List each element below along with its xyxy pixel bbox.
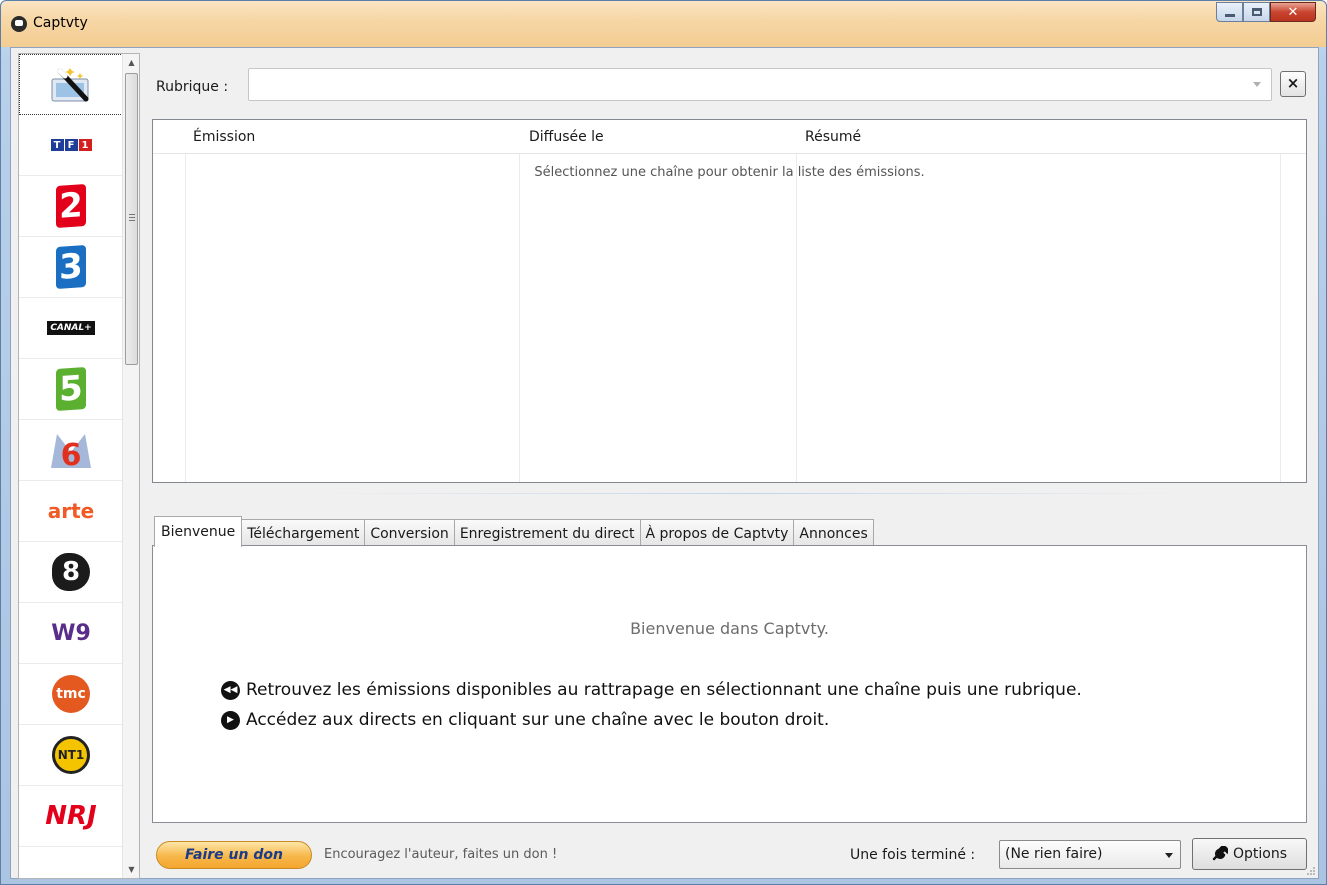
tab-conversion[interactable]: Conversion [364,519,455,547]
channel-item-tf1[interactable]: TF1 [19,115,123,176]
scroll-thumb[interactable] [125,73,138,365]
channel-item-c8[interactable]: 8 [19,542,123,603]
window-title: Captvty [33,15,88,31]
tip-live-text: Accédez aux directs en cliquant sur une … [246,710,830,730]
rubrique-combobox[interactable] [248,68,1272,101]
tab-strip: Bienvenue Téléchargement Conversion Enre… [154,516,874,547]
svg-text:6: 6 [61,438,82,470]
canalplus-logo: CANAL+ [47,321,95,335]
app-icon [11,16,27,32]
m6-logo: 6 [51,434,91,470]
maximize-button[interactable] [1243,2,1270,22]
rubrique-label: Rubrique : [156,79,229,95]
caption-buttons: ✕ [1216,2,1316,22]
minimize-button[interactable] [1216,2,1243,22]
donate-message: Encouragez l'auteur, faites un don ! [324,847,558,862]
c8-logo: 8 [52,553,90,591]
scroll-down-icon[interactable]: ▼ [123,861,139,878]
channel-item-tmc[interactable]: tmc [19,664,123,725]
france3-logo: 3 [56,244,86,290]
finish-action-value: (Ne rien faire) [1005,846,1103,862]
wrench-icon [1212,846,1228,861]
tf1-logo: TF1 [50,139,92,151]
column-header-diffusee[interactable]: Diffusée le [529,129,604,145]
welcome-title: Bienvenue dans Captvty. [630,619,829,638]
grid-empty-message: Sélectionnez une chaîne pour obtenir la … [534,165,925,180]
title-bar[interactable]: Captvty ✕ [1,1,1326,47]
tab-a-propos[interactable]: À propos de Captvty [639,519,795,547]
channel-list: TF1 2 3 CANAL+ 5 6 arte 8 W9 tmc NT1 NRJ… [18,53,140,879]
minimize-icon [1224,13,1235,17]
scroll-up-icon[interactable]: ▲ [123,54,139,71]
options-button[interactable]: Options [1192,838,1307,870]
france2-logo: 2 [56,183,86,229]
donate-button[interactable]: Faire un don [156,841,312,869]
options-label: Options [1232,846,1288,862]
chevron-down-icon [1165,853,1173,858]
magic-wand-icon [51,67,89,101]
channel-item-w9[interactable]: W9 [19,603,123,664]
tip-replay: ◀◀ Retrouvez les émissions disponibles a… [221,680,1082,700]
tab-annonces[interactable]: Annonces [793,519,874,547]
tab-telechargement[interactable]: Téléchargement [241,519,366,547]
tip-replay-text: Retrouvez les émissions disponibles au r… [246,680,1082,700]
welcome-panel: Bienvenue dans Captvty. ◀◀ Retrouvez les… [152,545,1307,823]
grip-icon [129,214,135,221]
finish-action-select[interactable]: (Ne rien faire) [999,840,1181,869]
resize-grip-icon[interactable] [1306,866,1316,876]
arte-logo: arte [47,499,95,523]
column-header-resume[interactable]: Résumé [805,129,861,145]
close-icon: ✕ [1287,4,1299,20]
programs-grid[interactable]: Émission Diffusée le Résumé Sélectionnez… [152,119,1307,483]
channel-item-arte[interactable]: arte [19,481,123,542]
nt1-logo: NT1 [52,736,90,774]
column-header-emission[interactable]: Émission [193,129,255,145]
app-window: Captvty ✕ T F 1 2 3 CANAL+ 5 6 arte 8 W9… [0,0,1327,885]
close-button[interactable]: ✕ [1270,2,1316,22]
w9-logo: W9 [51,620,91,646]
channel-item-france5[interactable]: 5 [19,359,123,420]
finish-action-label: Une fois terminé : [850,847,976,863]
tmc-logo: tmc [52,675,90,713]
pane-splitter[interactable] [311,493,1191,494]
tab-enregistrement-direct[interactable]: Enregistrement du direct [453,519,641,547]
maximize-icon [1251,8,1262,16]
client-area: TF1 2 3 CANAL+ 5 6 arte 8 W9 tmc NT1 NRJ… [10,47,1319,879]
channel-scrollbar[interactable]: ▲ ▼ [122,54,139,878]
channel-item-canalplus[interactable]: CANAL+ [19,298,123,359]
channel-item-m6[interactable]: 6 [19,420,123,481]
france5-logo: 5 [56,366,86,412]
channel-item-nt1[interactable]: NT1 [19,725,123,786]
channel-item-nrj12[interactable]: NRJ [19,786,123,847]
chevron-down-icon [1253,82,1261,87]
tip-live: ▶ Accédez aux directs en cliquant sur un… [221,710,829,730]
nrj12-logo: NRJ [45,801,97,831]
tab-bienvenue[interactable]: Bienvenue [154,516,243,547]
grid-header: Émission Diffusée le Résumé [153,120,1306,154]
rewind-icon: ◀◀ [221,680,240,700]
rubrique-clear-button[interactable]: × [1280,71,1306,97]
channel-item-magic-wand[interactable] [19,54,123,115]
play-icon: ▶ [221,710,240,730]
channel-item-france3[interactable]: 3 [19,237,123,298]
channel-item-france2[interactable]: 2 [19,176,123,237]
